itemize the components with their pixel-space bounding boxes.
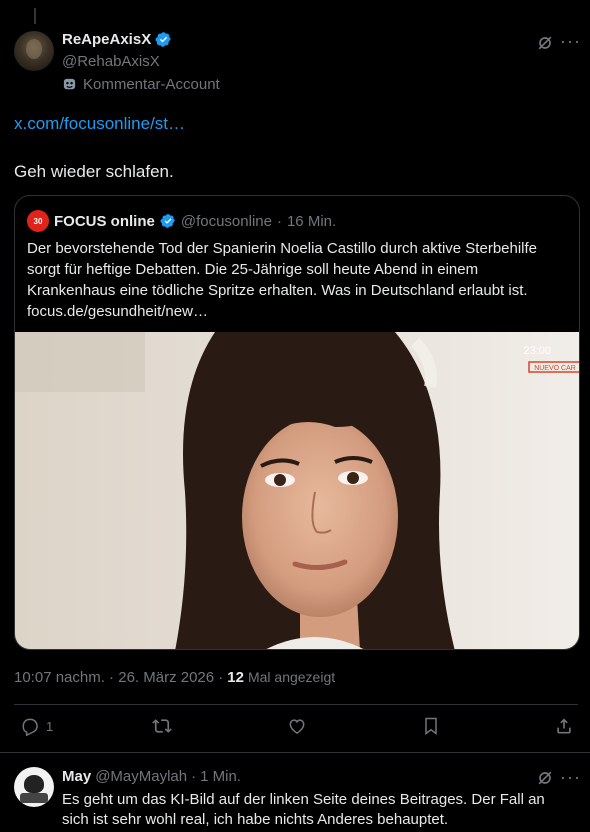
quoted-post[interactable]: 30 FOCUS online @focusonline · 16 Min. D… <box>14 195 580 650</box>
mask-icon <box>63 78 76 90</box>
author-name-row: ReApeAxisX <box>62 31 172 48</box>
tweet-link[interactable]: x.com/focusonline/st… <box>14 114 185 134</box>
divider <box>14 704 578 705</box>
reply-author-avatar[interactable] <box>14 767 54 807</box>
quoted-post-text: Der bevorstehende Tod der Spanierin Noel… <box>27 240 538 320</box>
author-display-name[interactable]: ReApeAxisX <box>62 31 151 48</box>
views-count: 12 <box>227 669 244 686</box>
reply-icon <box>22 718 38 736</box>
share-button[interactable] <box>554 716 574 736</box>
tweet-text: Geh wieder schlafen. <box>14 162 174 181</box>
like-icon <box>289 719 305 734</box>
quoted-author-name[interactable]: FOCUS online <box>54 213 155 230</box>
author-handle[interactable]: @RehabAxisX <box>62 53 160 70</box>
quoted-author-avatar[interactable]: 30 <box>27 210 49 232</box>
share-icon <box>557 718 571 734</box>
bookmark-icon <box>425 717 437 735</box>
post-timestamp[interactable]: 10:07 nachm. · 26. März 2026 · <box>14 669 223 686</box>
affiliation-text: Kommentar-Account <box>83 76 220 93</box>
thread-connector-line <box>34 8 36 24</box>
portrait-photo: 23:00 NUEVO CAR <box>15 332 579 649</box>
grok-icon[interactable] <box>535 33 555 53</box>
like-button[interactable] <box>287 716 313 736</box>
post-meta: 10:07 nachm. · 26. März 2026 · 12 Mal an… <box>14 669 335 686</box>
grok-icon[interactable] <box>535 768 555 788</box>
quoted-post-header: 30 FOCUS online @focusonline · 16 Min. <box>27 210 336 232</box>
action-bar: 1 <box>0 716 590 744</box>
reply-time[interactable]: 1 Min. <box>200 768 241 785</box>
reply-post[interactable]: May @MayMaylah · 1 Min. ··· Es geht um d… <box>0 753 590 832</box>
reply-author-name[interactable]: May <box>62 768 91 785</box>
more-icon[interactable]: ··· <box>560 32 580 52</box>
quoted-author-handle[interactable]: @focusonline <box>181 213 272 230</box>
reply-header: May @MayMaylah · 1 Min. <box>62 768 241 785</box>
image-clock-overlay: 23:00 <box>523 345 551 357</box>
repost-icon <box>152 719 172 733</box>
quoted-post-image[interactable]: 23:00 NUEVO CAR <box>15 332 579 649</box>
quoted-post-time[interactable]: 16 Min. <box>287 213 336 230</box>
image-channel-badge: NUEVO CAR <box>534 365 576 372</box>
bookmark-button[interactable] <box>421 716 441 736</box>
reply-button[interactable]: 1 <box>20 716 53 736</box>
more-icon[interactable]: ··· <box>560 767 581 788</box>
separator-dot: · <box>276 212 282 230</box>
views-label: Mal angezeigt <box>247 669 336 685</box>
reply-count: 1 <box>46 718 54 734</box>
repost-button[interactable] <box>152 716 178 736</box>
verified-badge-icon <box>160 214 175 228</box>
reply-text: Es geht um das KI-Bild auf der linken Se… <box>62 791 545 828</box>
separator-dot: · <box>191 768 197 785</box>
verified-badge-icon <box>155 32 171 47</box>
author-avatar[interactable] <box>14 31 54 71</box>
affiliation-label[interactable]: Kommentar-Account <box>62 76 220 93</box>
reply-author-handle[interactable]: @MayMaylah <box>95 768 187 785</box>
